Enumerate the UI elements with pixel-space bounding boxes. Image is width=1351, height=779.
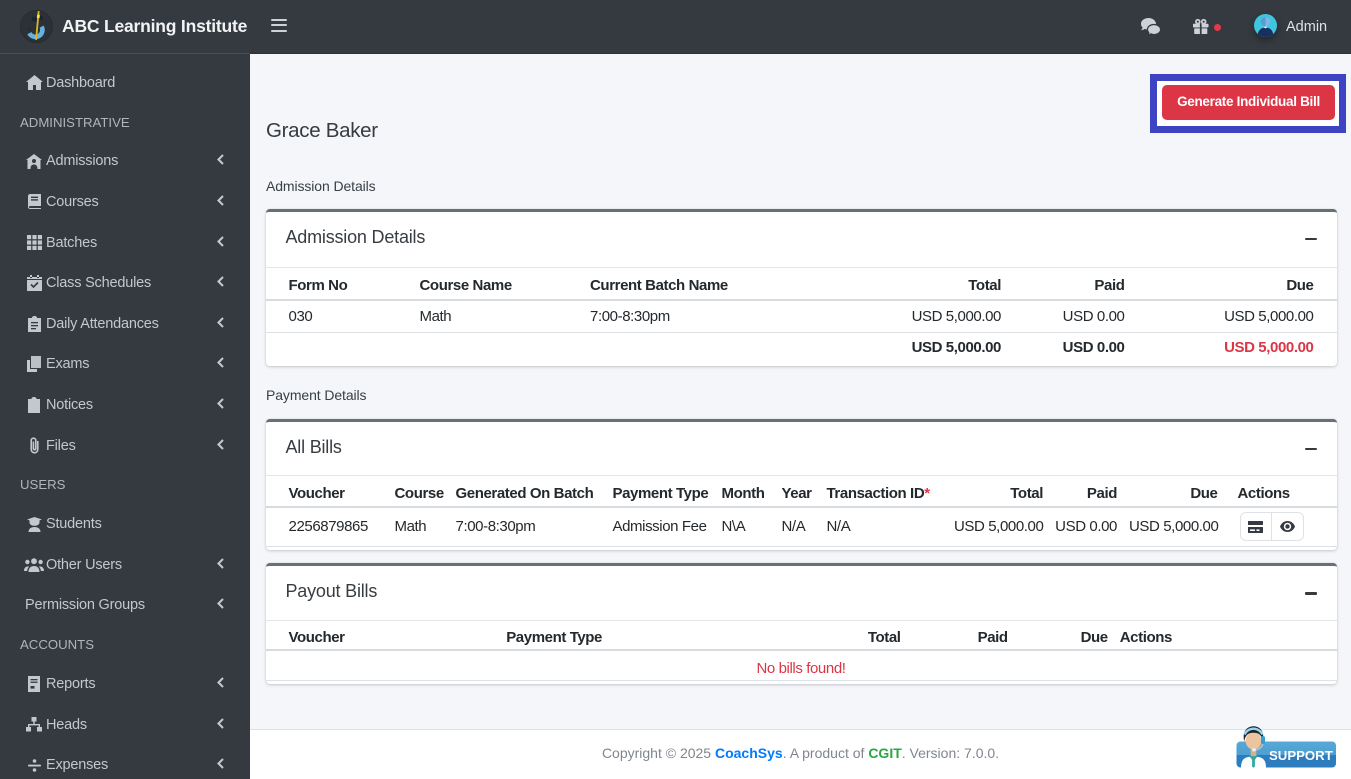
svg-text:SUPPORT: SUPPORT [1269, 748, 1333, 763]
